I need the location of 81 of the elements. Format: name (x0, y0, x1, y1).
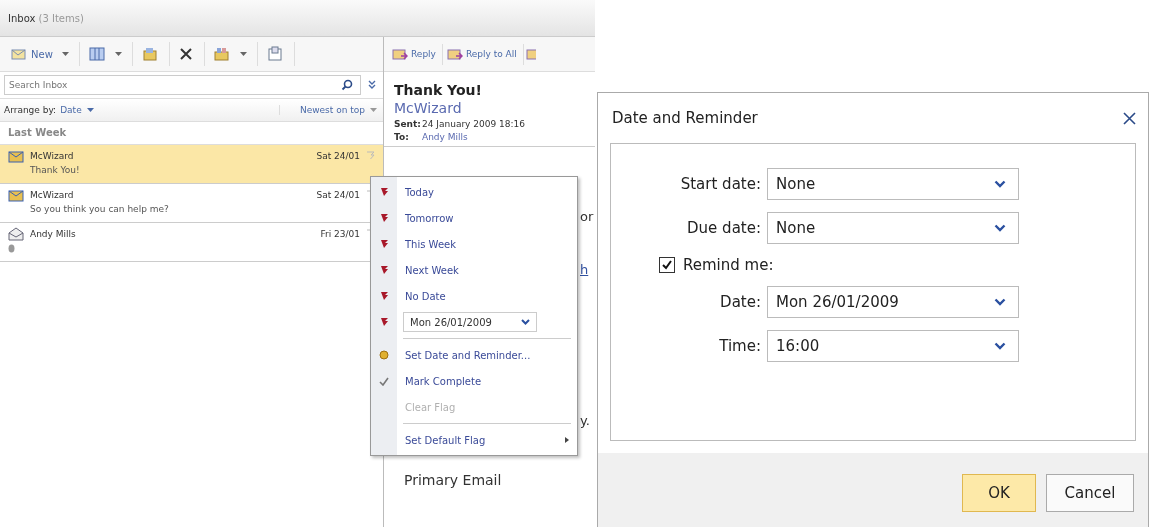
to-label: To: (394, 132, 410, 142)
dialog-title: Date and Reminder (612, 109, 758, 127)
arrange-label: Arrange by: (4, 105, 57, 115)
field-label: Due date: (686, 219, 761, 237)
new-button[interactable]: New (6, 42, 80, 66)
flag-icon (379, 213, 389, 223)
menu-item[interactable]: Set Date and Reminder... (405, 349, 531, 361)
delete-icon (177, 46, 194, 62)
chevron-down-icon (521, 319, 530, 325)
columns-icon (87, 46, 106, 62)
cancel-button[interactable]: Cancel (1046, 474, 1134, 512)
checkbox-label: Remind me: (683, 256, 774, 274)
folder-title: Inbox (3 Items) (8, 12, 84, 24)
caret-icon (239, 51, 247, 57)
checkmark-icon (379, 376, 389, 386)
chevron-down-icon (994, 298, 1006, 306)
message-sender: Andy Mills (30, 229, 76, 239)
reply-all-button[interactable]: Reply to All (444, 43, 524, 65)
flag-date-dropdown[interactable]: Mon 26/01/2009 (403, 312, 537, 332)
flag-icon (379, 239, 389, 249)
chevron-down-icon (994, 224, 1006, 232)
close-icon[interactable] (1123, 111, 1136, 125)
caret-icon (114, 51, 122, 57)
field-label: Date: (719, 293, 761, 311)
body-link[interactable]: h (580, 262, 589, 277)
sender-name: McWizard (394, 100, 463, 116)
chevron-down-icon (994, 342, 1006, 350)
folder-icon (212, 46, 231, 62)
caret-icon (61, 51, 69, 57)
sort-order-dropdown[interactable]: Newest on top (278, 105, 365, 115)
message-sender: McWizard (30, 190, 74, 200)
arrange-by-dropdown[interactable]: Date (60, 105, 82, 115)
message-date: Sat 24/01 (316, 151, 360, 161)
flag-icon (379, 317, 389, 327)
field-label: Start date: (679, 175, 761, 193)
sent-date: 24 January 2009 18:16 (422, 119, 525, 129)
message-sender: McWizard (30, 151, 74, 161)
page-icon (265, 46, 284, 62)
recipient-link[interactable]: Andy Mills (422, 132, 468, 142)
field-label: Time: (718, 337, 761, 355)
envelope-icon[interactable] (525, 47, 536, 61)
folder-icon (140, 46, 159, 62)
body-text: y. (580, 413, 590, 428)
caret-icon (370, 107, 377, 113)
envelope-icon (10, 46, 28, 62)
expand-icon[interactable] (367, 79, 377, 91)
reply-icon (392, 47, 408, 61)
message-subject: Thank You! (29, 165, 81, 175)
menu-item[interactable]: No Date (405, 290, 446, 302)
body-text: or (580, 209, 594, 224)
menu-item[interactable]: Tomorrow (405, 212, 454, 224)
message-row[interactable]: McWizard Sat 24/01 Thank You! (0, 145, 383, 184)
flag-icon[interactable] (366, 151, 375, 161)
search-icon[interactable] (341, 79, 353, 91)
menu-item[interactable]: Next Week (405, 264, 459, 276)
flag-icon (379, 265, 389, 275)
submenu-arrow-icon (565, 437, 569, 443)
reply-button[interactable]: Reply (390, 43, 443, 65)
ok-button[interactable]: OK (962, 474, 1036, 512)
reminder-time-dropdown[interactable]: 16:00 (767, 330, 1019, 362)
caret-icon (86, 107, 94, 113)
start-date-dropdown[interactable]: None (767, 168, 1019, 200)
message-date: Sat 24/01 (316, 190, 360, 200)
flag-icon (379, 291, 389, 301)
due-date-dropdown[interactable]: None (767, 212, 1019, 244)
menu-item[interactable]: Today (405, 186, 434, 198)
flag-icon (379, 187, 389, 197)
message-date: Fri 23/01 (320, 229, 360, 239)
sent-label: Sent: (394, 119, 422, 129)
reply-icon (446, 47, 463, 61)
menu-item[interactable]: Mark Complete (405, 375, 482, 387)
message-title: Thank You! (394, 82, 483, 98)
body-text: Primary Email (404, 472, 502, 488)
reminder-date-dropdown[interactable]: Mon 26/01/2009 (767, 286, 1019, 318)
bell-icon (379, 350, 389, 360)
menu-item[interactable]: This Week (405, 238, 456, 250)
chevron-down-icon (994, 180, 1006, 188)
remind-checkbox[interactable] (659, 257, 675, 273)
menu-item[interactable]: Set Default Flag (405, 434, 486, 446)
search-field[interactable]: Search Inbox (4, 75, 361, 95)
message-subject: So you think you can help me? (29, 204, 170, 214)
